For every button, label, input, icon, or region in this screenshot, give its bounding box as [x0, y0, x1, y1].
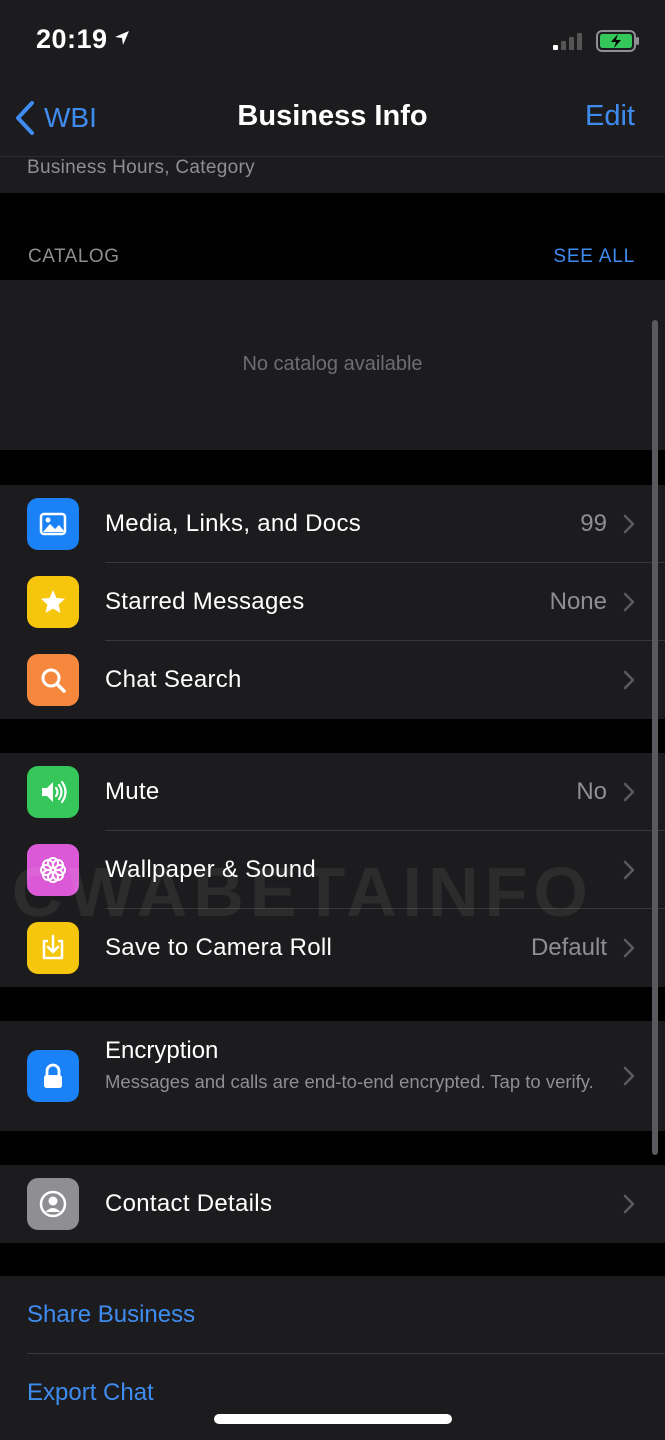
media-links-docs-label: Media, Links, and Docs: [105, 510, 362, 537]
chevron-right-icon: [623, 938, 635, 958]
download-icon: [27, 922, 79, 974]
wallpaper-sound-row[interactable]: Wallpaper & Sound: [0, 831, 665, 909]
encryption-row[interactable]: Encryption Messages and calls are end-to…: [0, 1021, 665, 1131]
business-info-subtitle: Business Hours, Category: [27, 157, 255, 178]
contact-details-label: Contact Details: [105, 1190, 273, 1217]
catalog-empty-text: No catalog available: [242, 353, 423, 375]
chat-search-row[interactable]: Chat Search: [0, 641, 665, 719]
mute-row[interactable]: Mute No: [0, 753, 665, 831]
media-links-docs-row[interactable]: Media, Links, and Docs 99: [0, 485, 665, 563]
catalog-panel: No catalog available: [0, 280, 665, 450]
chevron-right-icon: [623, 514, 635, 534]
photo-icon: [27, 498, 79, 550]
lock-icon: [27, 1050, 79, 1102]
flower-icon: [27, 844, 79, 896]
contact-details-row[interactable]: Contact Details: [0, 1165, 665, 1243]
encryption-label: Encryption: [105, 1037, 219, 1064]
share-business-label: Share Business: [27, 1301, 196, 1328]
save-camera-roll-label: Save to Camera Roll: [105, 934, 333, 961]
starred-messages-value: None: [549, 588, 607, 615]
home-indicator[interactable]: [214, 1414, 452, 1424]
chat-search-label: Chat Search: [105, 666, 242, 693]
mute-value: No: [576, 778, 607, 805]
status-bar: 20:19: [0, 0, 665, 80]
star-icon: [27, 576, 79, 628]
search-icon: [27, 654, 79, 706]
settings-group: Mute No Wallpaper & Sound Save to Camera…: [0, 753, 665, 987]
chevron-right-icon: [623, 1194, 635, 1214]
media-group: Media, Links, and Docs 99 Starred Messag…: [0, 485, 665, 719]
media-count: 99: [580, 510, 607, 537]
wallpaper-sound-label: Wallpaper & Sound: [105, 856, 316, 883]
chevron-right-icon: [623, 1066, 635, 1086]
mute-label: Mute: [105, 778, 160, 805]
contact-group: Contact Details: [0, 1165, 665, 1243]
starred-messages-label: Starred Messages: [105, 588, 305, 615]
export-chat-label: Export Chat: [27, 1379, 154, 1406]
signal-icon: [553, 33, 582, 50]
scrollbar[interactable]: [652, 320, 658, 1155]
starred-messages-row[interactable]: Starred Messages None: [0, 563, 665, 641]
catalog-header: CATALOG SEE ALL: [0, 230, 665, 280]
business-info-row[interactable]: Business Hours, Category: [0, 157, 665, 193]
catalog-title: CATALOG: [28, 246, 120, 267]
chevron-right-icon: [623, 782, 635, 802]
encryption-subtitle: Messages and calls are end-to-end encryp…: [105, 1071, 594, 1092]
contact-icon: [27, 1178, 79, 1230]
speaker-icon: [27, 766, 79, 818]
battery-charging-icon: [596, 30, 639, 52]
status-time: 20:19: [36, 24, 108, 54]
navigation-bar: WBI Business Info Edit: [0, 80, 665, 157]
location-arrow-icon: [115, 31, 129, 45]
page-title: Business Info: [237, 100, 428, 132]
save-camera-roll-value: Default: [530, 934, 607, 961]
encryption-group: Encryption Messages and calls are end-to…: [0, 1021, 665, 1131]
save-camera-roll-row[interactable]: Save to Camera Roll Default: [0, 909, 665, 987]
chevron-right-icon: [623, 592, 635, 612]
chevron-right-icon: [623, 670, 635, 690]
edit-button[interactable]: Edit: [585, 100, 635, 133]
see-all-button[interactable]: SEE ALL: [553, 246, 635, 268]
share-business-button[interactable]: Share Business: [0, 1276, 665, 1354]
chevron-right-icon: [623, 860, 635, 880]
